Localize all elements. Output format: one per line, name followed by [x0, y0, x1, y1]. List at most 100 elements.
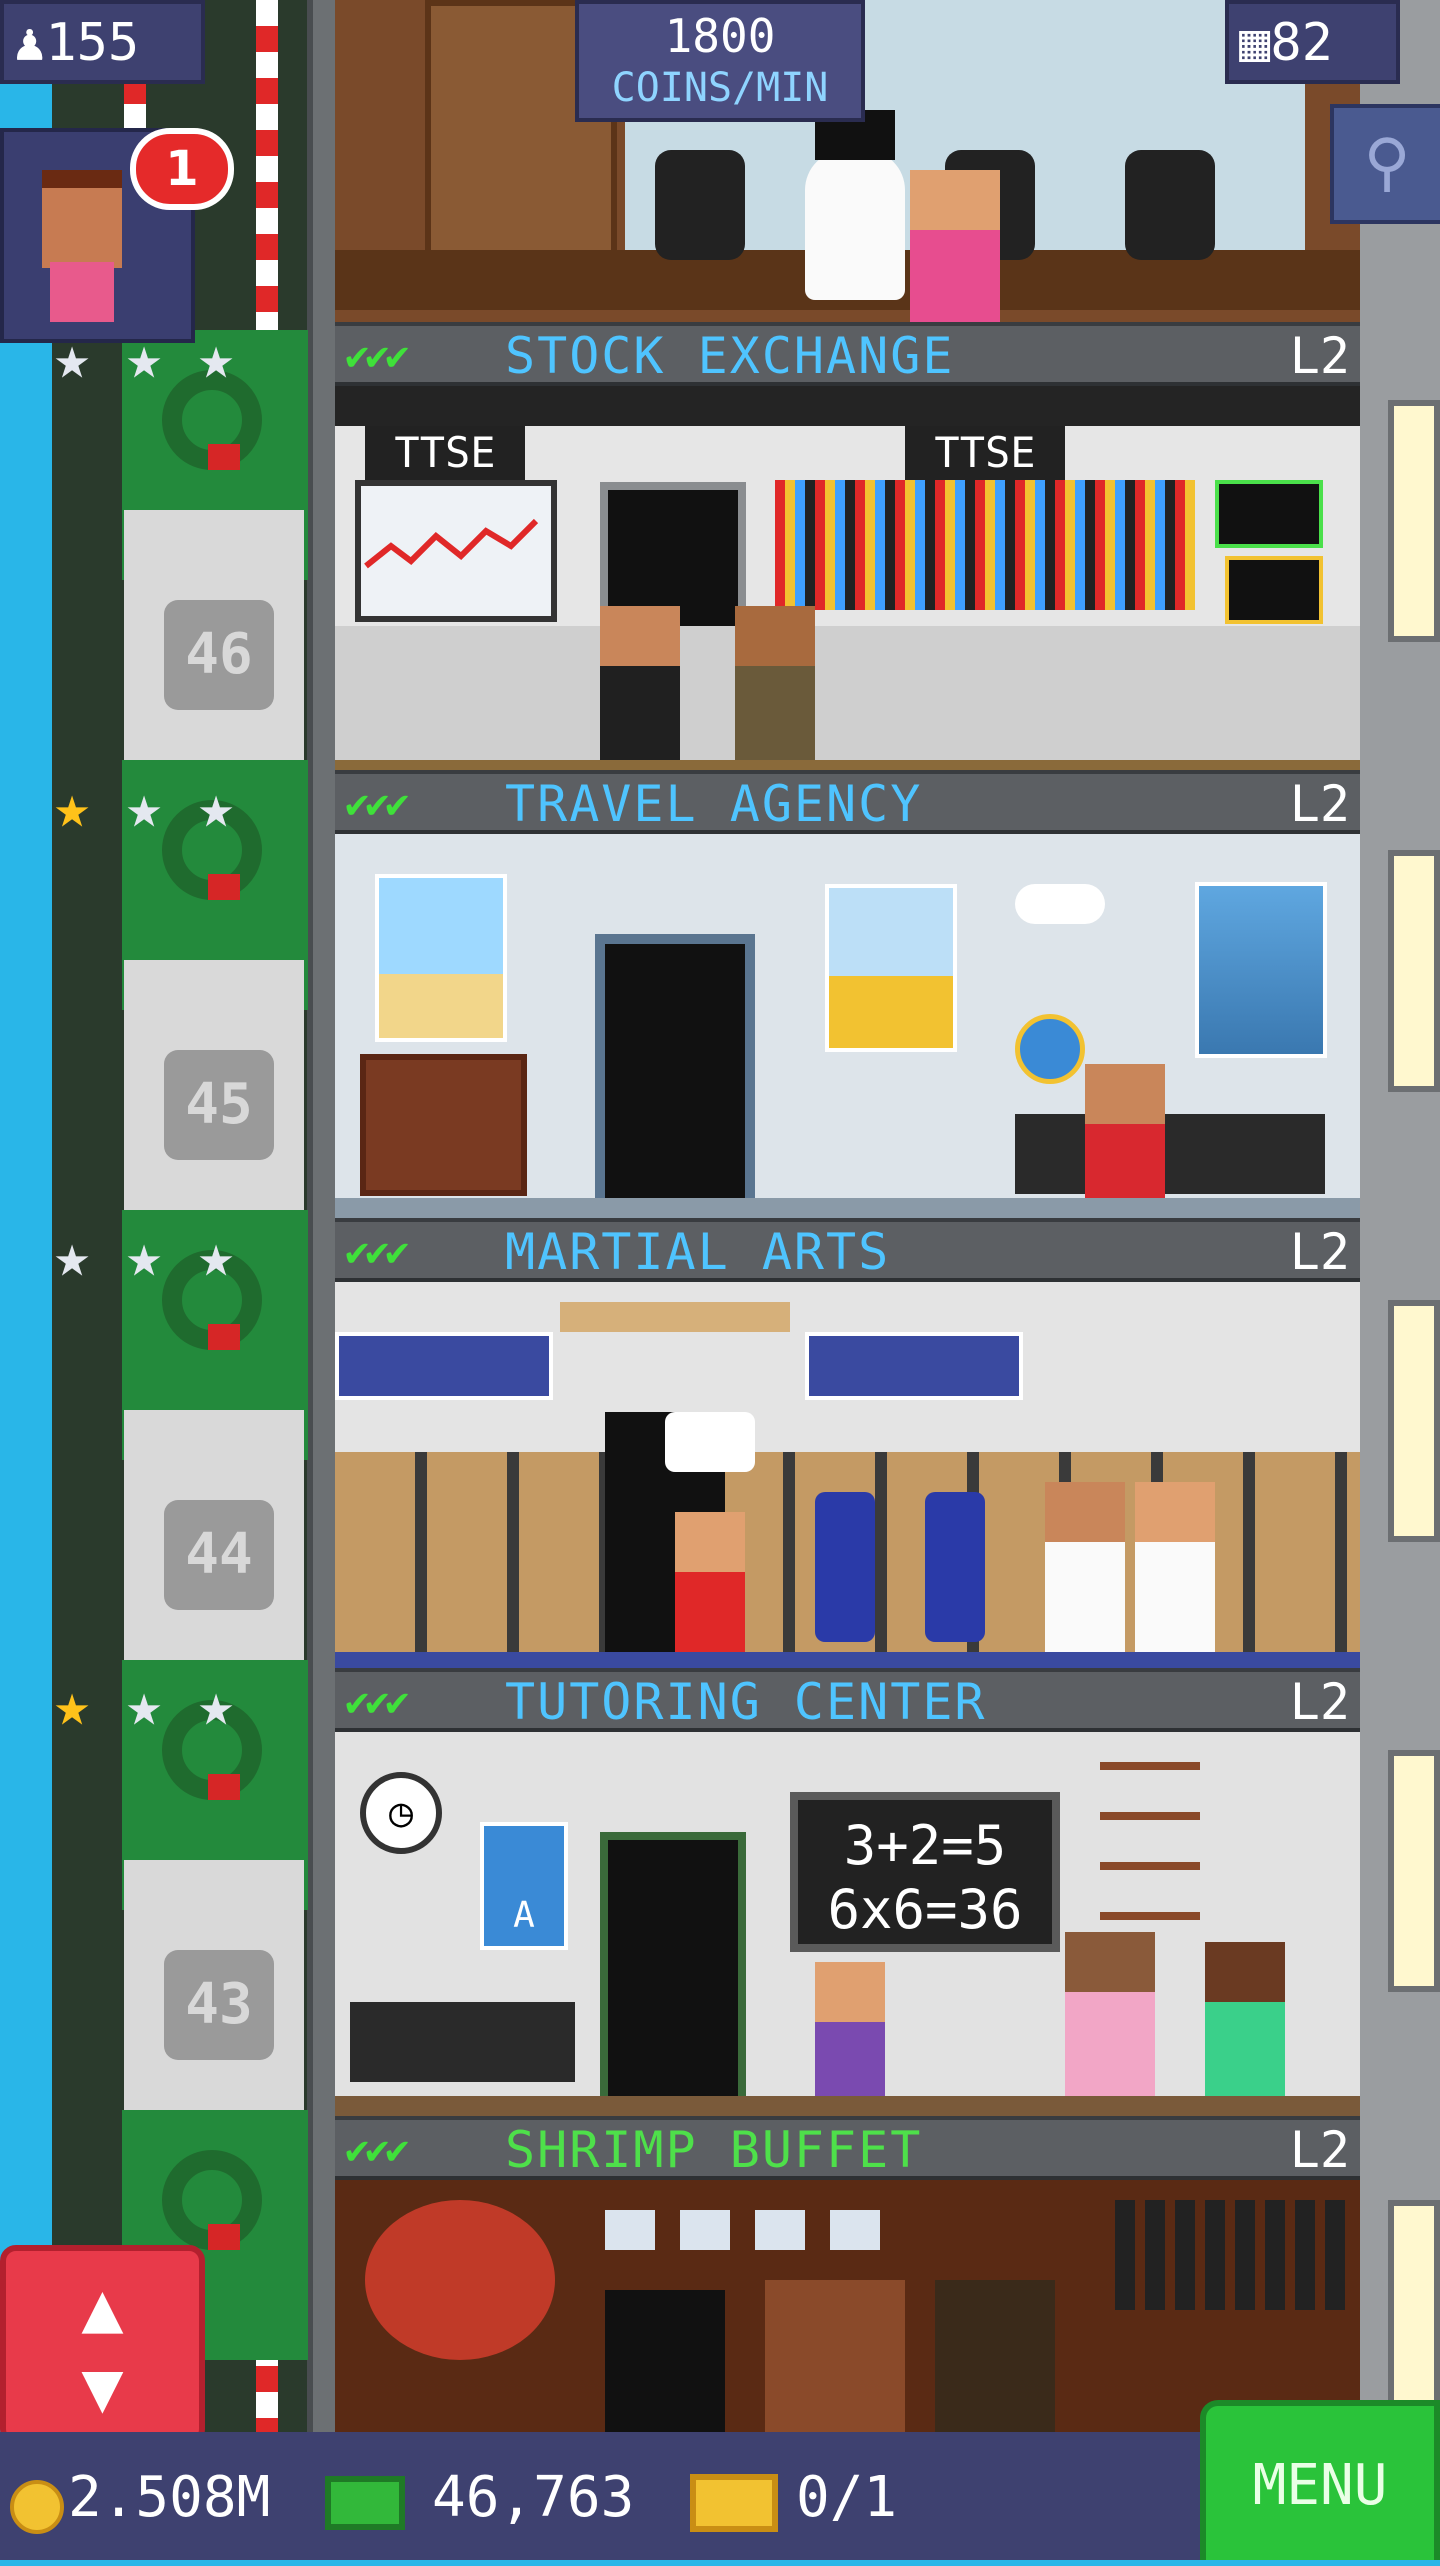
floor-header: ✔✔✔ TRAVEL AGENCY L2 — [335, 770, 1360, 834]
floor-header: ✔✔✔ MARTIAL ARTS L2 — [335, 1218, 1360, 1282]
floor-rating-stars: ★ ★ ★ — [42, 1226, 312, 1286]
chalkboard-line: 6x6=36 — [827, 1878, 1023, 1941]
thought-bubble-icon — [665, 1412, 755, 1472]
coins-per-minute-panel: 1800 COINS/MIN — [575, 0, 865, 122]
coins-per-minute-value: 1800 — [664, 9, 776, 63]
ttse-sign: TTSE — [365, 426, 525, 480]
travel-poster — [825, 884, 957, 1052]
tutor-character[interactable] — [1065, 1932, 1155, 2116]
visitor-body — [50, 262, 114, 322]
floor-name: SHRIMP BUFFET — [505, 2121, 923, 2179]
floor-header: ✔✔✔ SHRIMP BUFFET L2 — [335, 2116, 1360, 2180]
elevator-button[interactable]: ▲ ▼ — [0, 2245, 205, 2445]
floor-rating-stars: ★ ★ ★ — [42, 1675, 312, 1735]
office-chair — [655, 150, 745, 260]
student-character[interactable] — [1205, 1942, 1285, 2116]
search-button[interactable]: ⚲ — [1330, 104, 1440, 224]
star-icon: ★ — [53, 1670, 91, 1740]
star-icon: ★ — [197, 323, 235, 393]
person-icon: ♟ — [14, 13, 46, 73]
floor-board — [335, 2096, 1360, 2116]
worker-character[interactable] — [910, 170, 1000, 322]
snowman-character[interactable] — [805, 150, 905, 300]
star-icon: ★ — [53, 772, 91, 842]
coins-balance: 2.508M — [68, 2465, 271, 2530]
floor-count-value: 82 — [1270, 13, 1333, 73]
star-icon: ★ — [125, 1221, 163, 1291]
floor-shrimp-buffet[interactable]: ✔✔✔ SHRIMP BUFFET L2 — [335, 2116, 1360, 2432]
visitor-count-badge: 1 — [130, 128, 234, 210]
floor-name: TUTORING CENTER — [505, 1673, 987, 1731]
floor-room — [335, 1282, 1360, 1668]
student-desk — [350, 2002, 575, 2082]
chalkboard: 3+2=5 6x6=36 — [790, 1792, 1060, 1952]
floor-number: 46 — [164, 600, 274, 710]
star-icon: ★ — [197, 772, 235, 842]
building-icon: ▦ — [1239, 13, 1271, 73]
window — [1388, 1300, 1440, 1542]
cabinet — [935, 2280, 1055, 2432]
dojo-banner — [335, 1332, 553, 1400]
ticker-display — [1215, 480, 1323, 548]
doorway — [595, 934, 755, 1218]
floor-stock-exchange[interactable]: ✔✔✔ STOCK EXCHANGE L2 TTSE TTSE — [335, 322, 1360, 770]
floor-rating-stars: ★ ★ ★ — [42, 777, 312, 837]
trader-character[interactable] — [600, 606, 680, 770]
globe-icon — [1015, 1014, 1085, 1084]
floor-room — [335, 834, 1360, 1218]
vip-ticket-icon[interactable] — [690, 2474, 778, 2532]
plate-display — [605, 2210, 905, 2250]
floor-mat — [335, 1652, 1360, 1668]
tower-right-wall — [1360, 0, 1440, 2460]
floor-level: L2 — [1289, 327, 1350, 385]
floor-name: STOCK EXCHANGE — [505, 327, 955, 385]
floor-number: 43 — [164, 1950, 274, 2060]
apple-poster: A — [480, 1822, 568, 1950]
shaft-cell: 44 — [124, 1410, 304, 1660]
shaft-cell: 43 — [124, 1860, 304, 2110]
floor-header: ✔✔✔ TUTORING CENTER L2 — [335, 1668, 1360, 1732]
floor-travel-agency[interactable]: ✔✔✔ TRAVEL AGENCY L2 — [335, 770, 1360, 1218]
student-character[interactable] — [815, 1962, 885, 2116]
martial-artist-character[interactable] — [1045, 1482, 1125, 1668]
floor-martial-arts[interactable]: ✔✔✔ MARTIAL ARTS L2 — [335, 1218, 1360, 1668]
agent-desk — [1015, 1114, 1325, 1194]
floor-tutoring-center[interactable]: ✔✔✔ TUTORING CENTER L2 ◷ A 3+2=5 6x6=36 — [335, 1668, 1360, 2116]
check-icons: ✔✔✔ — [345, 781, 409, 827]
beach-poster — [375, 874, 507, 1042]
shaft-cell: 46 — [124, 510, 304, 760]
window — [1388, 850, 1440, 1092]
floor-room: TTSE TTSE — [335, 386, 1360, 770]
punching-bag — [925, 1492, 985, 1642]
shaft-cell: 45 — [124, 960, 304, 1210]
torii-gate — [560, 1302, 790, 1332]
floor-level: L2 — [1289, 1223, 1350, 1281]
coins-per-minute-unit: COINS/MIN — [611, 65, 829, 111]
tower-bux-icon[interactable] — [325, 2476, 405, 2530]
doorway — [600, 1832, 746, 2116]
ticker-board — [775, 480, 1195, 610]
bridge-poster — [1195, 882, 1327, 1058]
brochure-rack — [360, 1054, 527, 1196]
population-counter[interactable]: ♟155 — [0, 0, 205, 84]
floor-level: L2 — [1289, 2121, 1350, 2179]
floor-room — [335, 2180, 1360, 2432]
travel-agent-character[interactable] — [1085, 1064, 1165, 1218]
tickets-count: 0/1 — [796, 2465, 898, 2530]
bux-balance: 46,763 — [432, 2465, 635, 2530]
floor-level: L2 — [1289, 775, 1350, 833]
window — [1388, 400, 1440, 642]
buffet-shelf — [765, 2280, 905, 2432]
trader-character[interactable] — [735, 606, 815, 770]
floor-count-counter[interactable]: ▦82 — [1225, 0, 1400, 84]
check-icons: ✔✔✔ — [345, 1679, 409, 1725]
star-icon: ★ — [197, 1670, 235, 1740]
clock-icon: ◷ — [360, 1772, 442, 1854]
stock-line-icon — [364, 518, 539, 569]
ttse-sign: TTSE — [905, 426, 1065, 480]
santa-visitor-character[interactable] — [675, 1512, 745, 1668]
menu-button[interactable]: MENU — [1200, 2400, 1440, 2560]
floor-number: 44 — [164, 1500, 274, 1610]
martial-artist-character[interactable] — [1135, 1482, 1215, 1668]
floor-header: ✔✔✔ STOCK EXCHANGE L2 — [335, 322, 1360, 386]
